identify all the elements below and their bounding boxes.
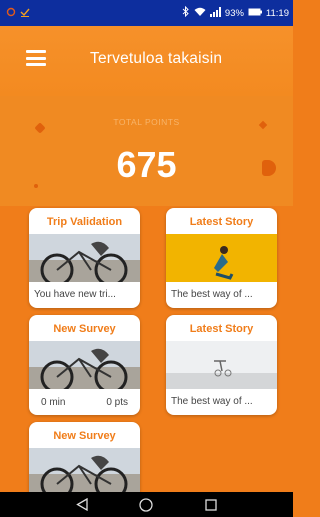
card-title: New Survey — [53, 430, 116, 442]
card-text: The best way of ... — [171, 289, 253, 300]
card-meta: 0 min 0 pts — [29, 389, 140, 415]
cyclist-yellow-photo — [166, 234, 277, 282]
status-time: 11:19 — [265, 7, 289, 19]
card-text: You have new tri... — [34, 289, 116, 300]
total-points-label: TOTAL POINTS — [113, 117, 180, 127]
home-icon[interactable] — [139, 497, 154, 512]
survey-duration: 0 min — [41, 396, 66, 408]
card-title: New Survey — [53, 323, 116, 335]
status-bar: 93% 11:19 — [0, 0, 293, 26]
card-new-survey[interactable]: New Survey 0 min 0 pts — [29, 315, 140, 415]
system-nav-bar — [0, 492, 293, 517]
total-points-value: 675 — [116, 144, 177, 185]
card-title: Latest Story — [189, 323, 254, 335]
survey-points: 0 pts — [106, 396, 128, 408]
status-left — [6, 7, 30, 20]
cyclist-photo — [29, 341, 140, 389]
battery-percent: 93% — [224, 7, 244, 19]
cyclist-photo — [29, 234, 140, 282]
app-bar: Tervetuloa takaisin — [0, 26, 293, 96]
battery-icon — [248, 8, 262, 19]
back-icon[interactable] — [75, 498, 89, 512]
cyclist-photo — [29, 448, 140, 496]
bluetooth-icon — [182, 5, 190, 20]
card-new-survey[interactable]: New Survey — [29, 422, 140, 502]
card-latest-story[interactable]: Latest Story The best way of ... — [166, 208, 277, 308]
card-title: Latest Story — [189, 216, 254, 228]
cyclist-sky-photo — [166, 341, 277, 389]
card-latest-story[interactable]: Latest Story The best way of ... — [166, 315, 277, 415]
download-done-icon — [20, 7, 30, 20]
card-title: Trip Validation — [46, 216, 123, 228]
recents-icon[interactable] — [204, 498, 218, 512]
card-trip-validation[interactable]: Trip Validation You have new tri... — [29, 208, 140, 308]
wifi-icon — [194, 7, 206, 20]
hamburger-menu-icon[interactable] — [26, 50, 46, 66]
notification-icon — [6, 7, 16, 20]
signal-icon — [209, 6, 221, 20]
page-title: Tervetuloa takaisin — [90, 50, 223, 67]
card-text: The best way of ... — [171, 396, 253, 407]
status-right: 93% 11:19 — [182, 5, 289, 20]
